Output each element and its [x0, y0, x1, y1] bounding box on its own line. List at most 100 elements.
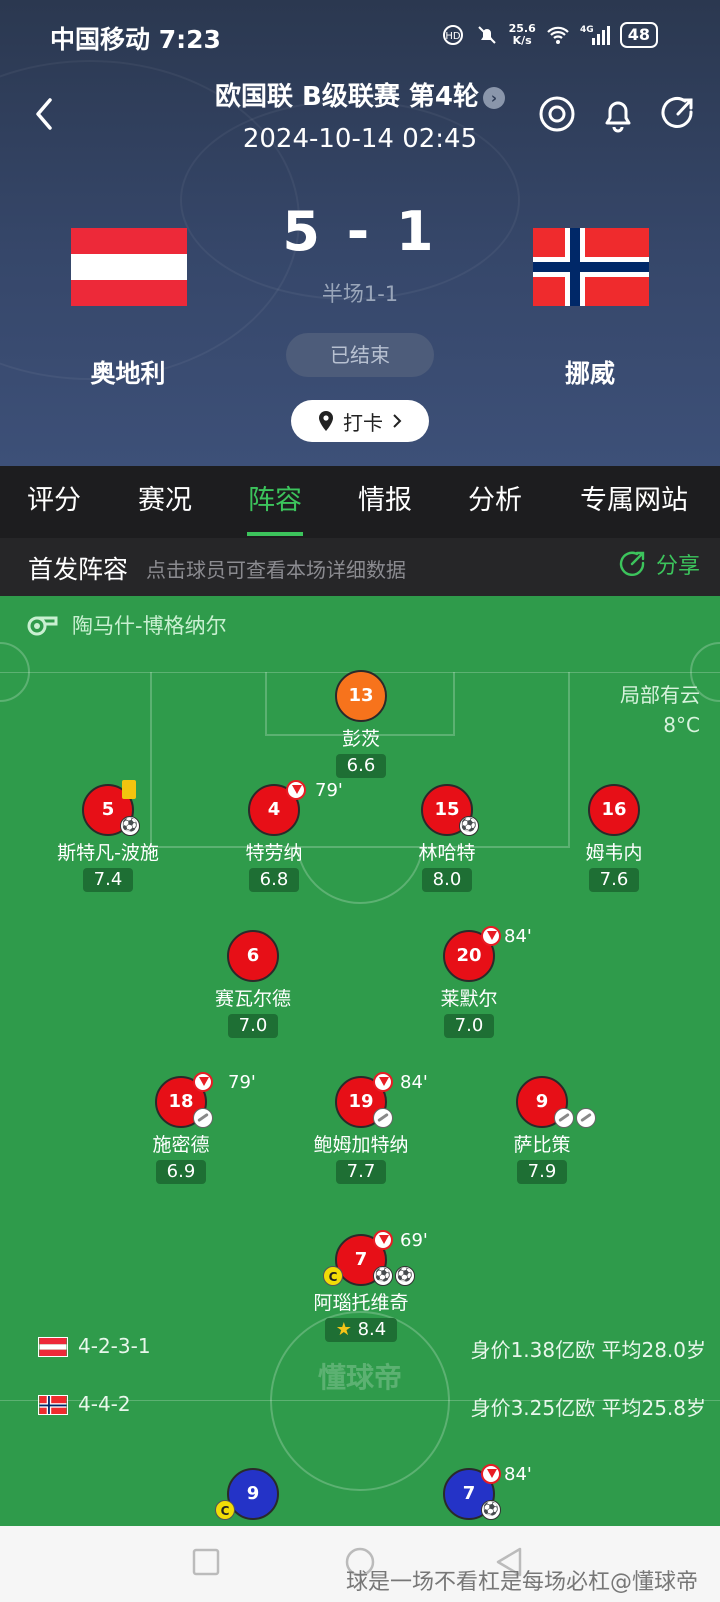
player-name: 赛瓦尔德 [214, 988, 291, 1010]
sub-time: 84' [504, 926, 532, 947]
home-team-name[interactable]: 奥地利 [38, 354, 218, 390]
sub-off-icon [481, 926, 501, 946]
home-formation-row: 4-2-3-1 身价1.38亿欧 平均28.0岁 [0, 1334, 720, 1364]
player-number: 13 [335, 670, 387, 722]
share-icon [619, 551, 645, 576]
sub-time: 69' [400, 1230, 428, 1251]
player-name: 斯特凡-波施 [57, 842, 159, 864]
home-formation: 4-2-3-1 [78, 1334, 151, 1358]
chevron-right-icon: › [483, 86, 505, 109]
goal-ball-icon: ⚽ [481, 1500, 501, 1520]
status-icons: HD 25.6 K/s 4G 48 [441, 22, 658, 48]
referee: 陶马什-博格纳尔 [24, 610, 227, 640]
player-name: 阿瑙托维奇 [313, 1292, 409, 1314]
player-card[interactable]: 9 C [168, 1468, 338, 1520]
match-status-badge: 已结束 [286, 333, 434, 377]
goal-ball-icon: ⚽ [373, 1266, 393, 1286]
player-card[interactable]: 18 79' 施密德 6.9 [96, 1072, 266, 1184]
player-card[interactable]: 20 84' 莱默尔 7.0 [384, 926, 554, 1038]
goal-ball-icon: ⚽ [459, 816, 479, 836]
match-header: 中国移动 7:23 HD 25.6 K/s 4G 48 欧国联 B级联赛 第4轮 ›… [0, 0, 720, 466]
player-card[interactable]: 7 ⚽ 84' [384, 1464, 554, 1520]
sub-off-icon [373, 1072, 393, 1092]
player-name: 姆韦内 [585, 842, 643, 864]
hd-call-icon: HD [442, 25, 463, 45]
wifi-icon [546, 26, 569, 44]
player-card[interactable]: 7 C ⚽ ⚽ 69' 阿瑙托维奇 ★ 8.4 [276, 1230, 446, 1342]
assist-icon [576, 1108, 596, 1128]
sub-time: 84' [504, 1464, 532, 1485]
tab-website[interactable]: 专属网站 [578, 466, 690, 536]
player-number: 7 ⚽ [443, 1464, 501, 1520]
away-team-stats: 身价3.25亿欧 平均25.8岁 [470, 1396, 706, 1420]
home-team-stats: 身价1.38亿欧 平均28.0岁 [470, 1338, 706, 1362]
watermark-caption: 球是一场不看杠是每场必杠@懂球帝 [345, 1570, 698, 1595]
lineup-hint: 点击球员可查看本场详细数据 [146, 558, 406, 582]
battery-indicator: 48 [619, 22, 658, 48]
whistle-icon [27, 616, 58, 636]
player-card[interactable]: 13 彭茨 6.6 [276, 670, 446, 778]
sub-off-icon [481, 1464, 501, 1484]
player-card[interactable]: 4 79' 特劳纳 6.8 [189, 780, 359, 892]
player-name: 萨比策 [513, 1134, 571, 1156]
checkin-label: 打卡 [343, 410, 383, 435]
lineup-bar: 首发阵容 点击球员可查看本场详细数据 分享 [0, 538, 720, 596]
player-rating: 7.7 [335, 1160, 387, 1184]
tab-analysis[interactable]: 分析 [467, 466, 523, 536]
sub-off-icon [286, 780, 306, 800]
weather: 局部有云 8°C [620, 680, 700, 740]
player-number: 6 [227, 930, 279, 982]
share-label: 分享 [655, 554, 700, 579]
share-arrow-icon[interactable] [658, 94, 698, 134]
lineup-title: 首发阵容 [28, 555, 129, 584]
player-card[interactable]: 15 ⚽ 林哈特 8.0 [362, 784, 532, 892]
away-flag-icon [38, 1395, 68, 1415]
player-card[interactable]: 19 84' 鲍姆加特纳 7.7 [276, 1072, 446, 1184]
player-number: 7 C ⚽ ⚽ [323, 1230, 415, 1286]
sub-time: 79' [315, 780, 343, 801]
tab-live[interactable]: 赛况 [137, 466, 193, 536]
checkin-button[interactable]: 打卡 [291, 400, 429, 442]
sub-time: 84' [400, 1072, 428, 1093]
bell-icon[interactable] [598, 94, 638, 134]
captain-icon: C [215, 1500, 235, 1520]
target-icon[interactable] [537, 94, 577, 134]
player-number: 20 [443, 926, 501, 982]
system-nav-bar: 球是一场不看杠是每场必杠@懂球帝 [0, 1526, 720, 1602]
svg-text:HD: HD [445, 31, 461, 42]
player-rating: 7.4 [82, 868, 134, 892]
score: 5 - 1 [282, 200, 438, 263]
player-name: 施密德 [152, 1134, 210, 1156]
temperature: 8°C [663, 713, 700, 737]
home-flag-icon [38, 1337, 68, 1357]
tab-lineup[interactable]: 阵容 [247, 466, 303, 536]
player-number: 9 C [215, 1468, 279, 1520]
tab-intel[interactable]: 情报 [357, 466, 413, 536]
away-team-name[interactable]: 挪威 [500, 354, 680, 390]
goal-ball-icon: ⚽ [395, 1266, 415, 1286]
share-button[interactable]: 分享 [618, 548, 700, 580]
player-rating: 7.0 [443, 1014, 495, 1038]
goal-ball-icon: ⚽ [120, 816, 140, 836]
assist-icon [373, 1108, 393, 1128]
status-bar: 中国移动 7:23 HD 25.6 K/s 4G 48 [0, 0, 720, 72]
sub-off-icon [193, 1072, 213, 1092]
player-rating: 6.8 [248, 868, 300, 892]
tab-bar: 评分 赛况 阵容 情报 分析 专属网站 [0, 466, 720, 538]
carrier-time: 中国移动 7:23 [50, 25, 221, 54]
player-card[interactable]: 5 ⚽ 斯特凡-波施 7.4 [23, 780, 193, 892]
referee-name: 陶马什-博格纳尔 [72, 614, 227, 638]
player-rating: 7.6 [588, 868, 640, 892]
assist-icon [193, 1108, 213, 1128]
player-card[interactable]: 9 萨比策 7.9 [457, 1076, 627, 1184]
player-name: 鲍姆加特纳 [313, 1134, 409, 1156]
player-rating: 8.0 [421, 868, 473, 892]
player-card[interactable]: 6 赛瓦尔德 7.0 [168, 930, 338, 1038]
yellow-card-icon [122, 780, 136, 799]
tab-rating[interactable]: 评分 [26, 466, 82, 536]
location-pin-icon [319, 411, 333, 431]
pitch: 陶马什-博格纳尔 局部有云 8°C 懂球帝 13 彭茨 6.6 5 ⚽ 斯特凡-… [0, 596, 720, 1526]
away-formation: 4-4-2 [78, 1392, 131, 1416]
player-card[interactable]: 16 姆韦内 7.6 [529, 784, 699, 892]
recent-apps-icon[interactable] [192, 1548, 220, 1576]
